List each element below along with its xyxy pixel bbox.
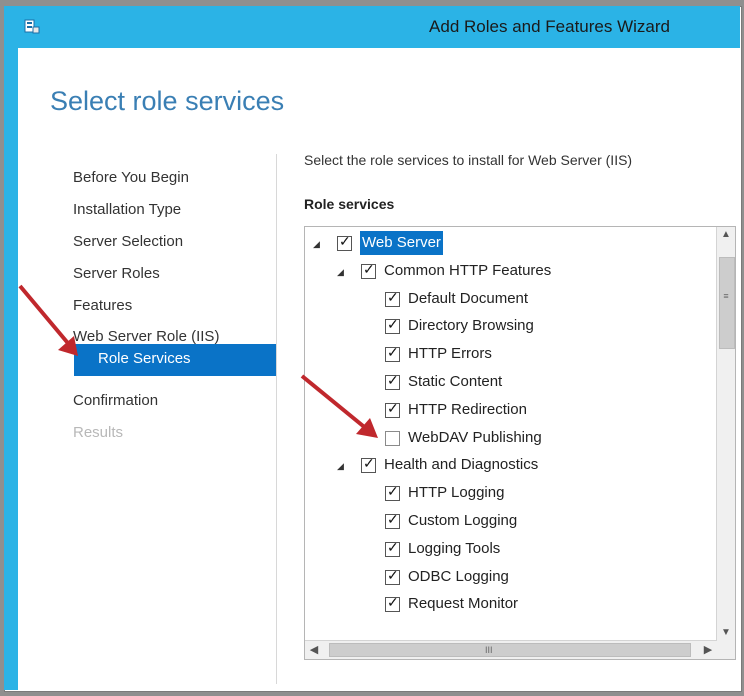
checkbox[interactable]: ✓ <box>385 566 400 585</box>
tree-item-label: HTTP Logging <box>408 484 505 502</box>
tree-item-label: WebDAV Publishing <box>408 428 542 446</box>
checkmark-icon: ✓ <box>387 483 399 500</box>
tree-item[interactable]: ✓ Request Monitor <box>305 592 705 616</box>
checkbox[interactable]: ✓ <box>385 594 400 613</box>
checkbox[interactable]: ✓ <box>337 233 352 251</box>
nav-item-results: Results <box>73 424 124 441</box>
tree-item[interactable]: ◢ ✓ Health and Diagnostics <box>305 453 705 477</box>
tree-item-label: Request Monitor <box>408 595 519 613</box>
nav-item-installation-type[interactable]: Installation Type <box>73 198 181 222</box>
horizontal-scrollbar[interactable]: ◀ III ▶ <box>305 640 717 659</box>
checkbox[interactable]: ✓ <box>385 316 400 335</box>
tree-item-label: Default Document <box>408 289 529 307</box>
checkbox[interactable]: ✓ <box>385 538 400 557</box>
nav-item-server-roles[interactable]: Server Roles <box>73 262 160 286</box>
expand-collapse-icon[interactable]: ◢ <box>337 461 347 471</box>
wizard-content: Select role services Before You Begin In… <box>18 48 740 690</box>
checkmark-icon: ✓ <box>387 566 399 583</box>
scroll-down-icon[interactable]: ▼ <box>717 625 735 641</box>
tree-item[interactable]: ✓ Custom Logging <box>305 509 705 533</box>
tree-item-label: Common HTTP Features <box>384 261 552 279</box>
tree-item[interactable]: ◢ ✓ Common HTTP Features <box>305 259 705 283</box>
checkmark-icon: ✓ <box>387 288 399 305</box>
tree-item[interactable]: ✓ HTTP Errors <box>305 342 705 366</box>
tree-item-label: Custom Logging <box>408 512 518 529</box>
tree-item[interactable]: ✓ Directory Browsing <box>305 314 705 338</box>
intro-text: Select the role services to install for … <box>304 152 633 168</box>
checkbox[interactable]: ✓ <box>361 260 376 279</box>
expand-collapse-icon[interactable]: ◢ <box>313 239 323 249</box>
vertical-scrollbar[interactable]: ▲ ≡ ▼ <box>716 227 735 641</box>
tree-item-label: ODBC Logging <box>408 567 509 585</box>
checkbox[interactable]: ✓ <box>385 288 400 307</box>
hscroll-grip-icon: III <box>485 645 493 655</box>
vertical-scroll-thumb[interactable] <box>719 257 735 349</box>
tree-item-label: Logging Tools <box>408 539 501 557</box>
checkbox[interactable] <box>385 430 400 446</box>
checkbox[interactable]: ✓ <box>385 344 400 363</box>
checkmark-icon: ✓ <box>387 511 399 527</box>
title-bar[interactable]: Add Roles and Features Wizard <box>18 6 740 48</box>
annotation-arrow-nav-icon <box>18 284 78 356</box>
nav-item-confirmation[interactable]: Confirmation <box>73 389 158 413</box>
checkmark-icon: ✓ <box>387 344 399 361</box>
scroll-right-icon[interactable]: ▶ <box>699 641 717 659</box>
horizontal-scroll-thumb[interactable] <box>329 643 691 657</box>
checkmark-icon: ✓ <box>387 399 399 416</box>
checkmark-icon: ✓ <box>387 372 399 388</box>
nav-item-role-services-label: Role Services <box>98 350 191 367</box>
tree-item-label: Static Content <box>408 373 503 390</box>
tree-item-label: Health and Diagnostics <box>384 456 539 474</box>
checkmark-icon: ✓ <box>363 260 375 277</box>
checkbox[interactable]: ✓ <box>361 455 376 474</box>
checkmark-icon: ✓ <box>387 316 399 333</box>
tree-item-label: HTTP Errors <box>408 345 492 363</box>
nav-divider <box>276 154 277 684</box>
scrollbar-corner <box>717 641 735 659</box>
scroll-up-icon[interactable]: ▲ <box>717 227 735 243</box>
tree-item-label: Web Server <box>360 231 443 255</box>
checkbox[interactable]: ✓ <box>385 483 400 502</box>
role-services-heading: Role services <box>304 196 395 212</box>
checkbox[interactable]: ✓ <box>385 511 400 529</box>
tree-item-label: Directory Browsing <box>408 317 534 335</box>
checkmark-icon: ✓ <box>387 594 399 611</box>
tree-item-label: HTTP Redirection <box>408 400 527 418</box>
checkmark-icon: ✓ <box>339 233 351 249</box>
annotation-arrow-webdav-icon <box>300 374 378 438</box>
tree-item[interactable]: ✓ ODBC Logging <box>305 565 705 589</box>
checkbox[interactable]: ✓ <box>385 399 400 418</box>
checkmark-icon: ✓ <box>387 538 399 555</box>
checkbox[interactable]: ✓ <box>385 372 400 390</box>
tree-item[interactable]: ✓ Logging Tools <box>305 537 705 561</box>
tree-item[interactable]: ✓ HTTP Logging <box>305 481 705 505</box>
nav-item-before-you-begin[interactable]: Before You Begin <box>73 166 189 190</box>
nav-item-role-services[interactable]: Role Services <box>74 344 276 376</box>
page-title: Select role services <box>50 86 285 116</box>
expand-collapse-icon[interactable]: ◢ <box>337 267 347 277</box>
window-title: Add Roles and Features Wizard <box>429 17 670 36</box>
scroll-left-icon[interactable]: ◀ <box>305 641 323 659</box>
checkmark-icon: ✓ <box>363 455 375 472</box>
tree-item[interactable]: ◢ ✓ Web Server <box>305 231 705 255</box>
scroll-grip-icon: ≡ <box>723 291 729 301</box>
nav-item-server-selection[interactable]: Server Selection <box>73 230 183 254</box>
tree-item[interactable]: ✓ Default Document <box>305 287 705 311</box>
